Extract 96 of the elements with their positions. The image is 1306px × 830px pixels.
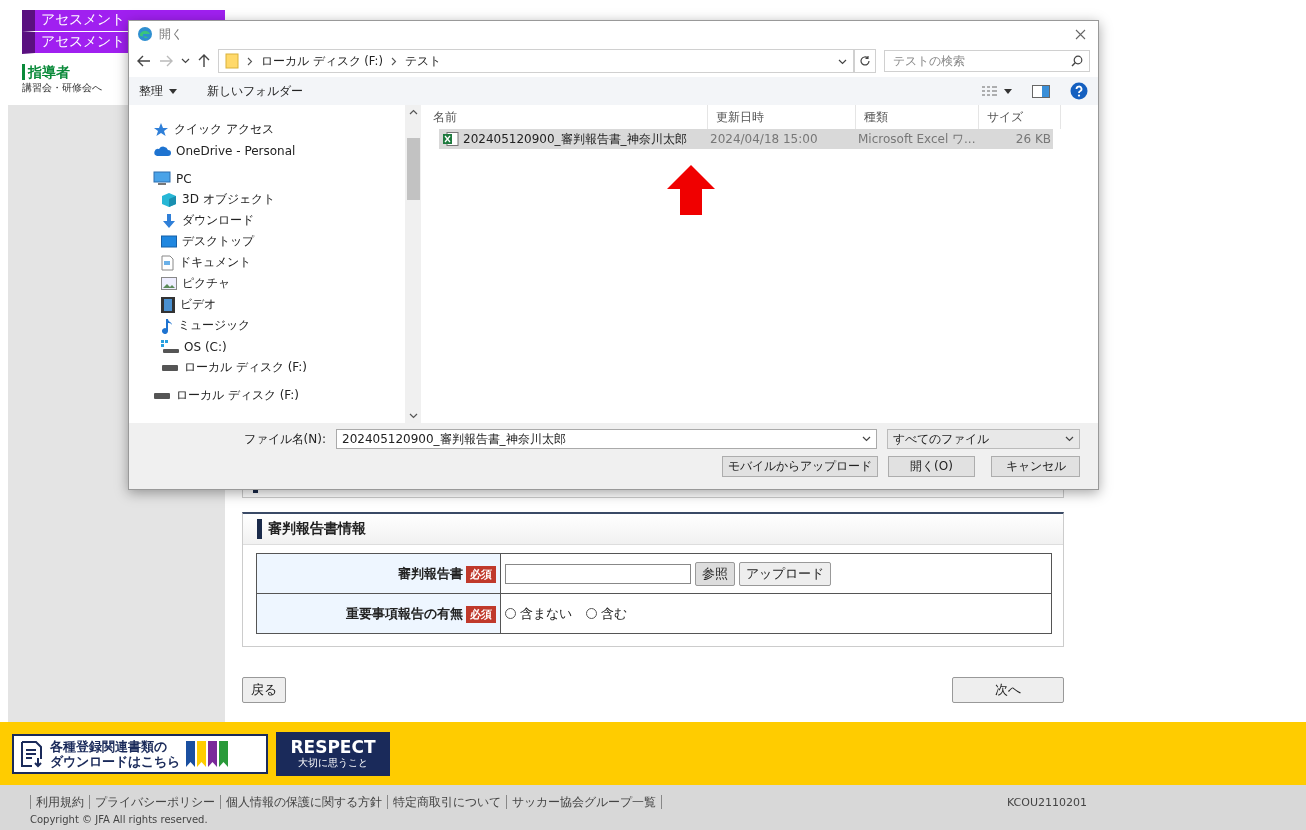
scroll-up-icon[interactable] — [408, 109, 418, 115]
document-icon — [161, 254, 174, 271]
cube-icon — [161, 191, 177, 208]
down-arrow-icon — [161, 212, 177, 229]
footer-link[interactable]: 個人情報の保護に関する方針 — [220, 795, 387, 809]
spreadsheet-icon — [443, 132, 459, 146]
document-download-icon — [20, 739, 44, 768]
heading-accent-bar — [257, 519, 262, 539]
organize-button[interactable]: 整理 — [139, 82, 177, 100]
respect-banner[interactable]: RESPECT 大切に思うこと — [276, 731, 390, 776]
cancel-button[interactable]: キャンセル — [991, 456, 1080, 477]
banner-subtitle: 大切に思うこと — [298, 755, 368, 770]
file-name-label: ファイル名(N): — [243, 430, 326, 448]
panel-title: 審判報告書情報 — [268, 520, 366, 538]
history-chevron-icon — [181, 58, 190, 64]
bookmarks-drawing — [186, 740, 230, 767]
nav-item[interactable]: デスクトップ — [182, 233, 254, 250]
file-type-dropdown[interactable]: すべてのファイル — [887, 429, 1080, 449]
footer-link[interactable]: サッカー協会グループ一覧 — [506, 795, 662, 809]
picture-icon — [161, 277, 177, 290]
drive-icon — [153, 392, 171, 399]
nav-item[interactable]: ダウンロード — [182, 212, 254, 229]
star-icon — [153, 121, 169, 138]
open-button[interactable]: 開く(O) — [888, 456, 975, 477]
folder-icon — [225, 53, 239, 69]
mobile-upload-button[interactable]: モバイルからアップロード — [722, 456, 878, 477]
banner-text: 各種登録関連書類の ダウンロードはこちら — [50, 738, 180, 769]
nav-item[interactable]: ピクチャ — [182, 275, 230, 292]
path-segment[interactable]: テスト — [404, 53, 441, 69]
chevron-right-icon — [390, 56, 397, 66]
copyright: Copyright © JFA All rights reserved. — [30, 814, 209, 825]
close-icon[interactable] — [1075, 28, 1086, 40]
footer-link[interactable]: 特定商取引について — [387, 795, 506, 809]
nav-item[interactable]: ビデオ — [180, 296, 216, 313]
nav-item[interactable]: PC — [176, 171, 192, 186]
drive-icon — [161, 339, 179, 354]
browser-logo-icon — [137, 26, 153, 42]
file-date: 2024/04/18 15:00 — [709, 132, 819, 146]
refresh-icon — [859, 55, 871, 67]
film-icon — [161, 296, 175, 313]
field-label: 重要事項報告の有無 — [346, 605, 463, 621]
radio-label: 含まない — [520, 604, 572, 623]
file-row[interactable]: 202405120900_審判報告書_神奈川太郎 2024/04/18 15:00 Microsoft Excel ワ... 26 KB — [439, 129, 1053, 149]
nav-item[interactable]: ローカル ディスク (F:) — [176, 387, 299, 404]
footer-link[interactable]: プライバシーポリシー — [89, 795, 220, 809]
scrollbar-thumb[interactable] — [406, 138, 420, 200]
screen-code: KCOU2110201 — [1007, 795, 1087, 809]
nav-item[interactable]: OneDrive - Personal — [176, 143, 296, 158]
nav-item[interactable]: OS (C:) — [184, 339, 227, 354]
dropdown-chevron-icon — [1065, 436, 1074, 442]
nav-item[interactable]: クイック アクセス — [174, 121, 274, 138]
file-size: 26 KB — [1014, 132, 1051, 146]
refresh-button[interactable] — [854, 49, 876, 73]
file-name: 202405120900_審判報告書_神奈川太郎 — [463, 130, 687, 148]
section-title: 指導者 — [22, 64, 70, 80]
cloud-icon — [153, 144, 171, 157]
field-label: 審判報告書 — [398, 565, 463, 581]
nav-item[interactable]: ローカル ディスク (F:) — [184, 359, 307, 376]
search-field[interactable]: テストの検索 — [884, 50, 1090, 72]
preview-pane-icon[interactable] — [1032, 84, 1050, 98]
scrollbar[interactable] — [405, 105, 421, 423]
search-icon — [1071, 55, 1083, 67]
nav-item[interactable]: ドキュメント — [179, 254, 251, 271]
desktop-icon — [161, 235, 177, 248]
caret-icon — [169, 88, 177, 94]
up-arrow-icon[interactable] — [198, 54, 210, 68]
dropdown-chevron-icon — [838, 59, 847, 65]
path-segment[interactable]: ローカル ディスク (F:) — [261, 53, 383, 69]
required-badge: 必須 — [466, 565, 496, 583]
help-icon[interactable] — [1070, 82, 1088, 100]
dropdown-chevron-icon — [862, 436, 871, 442]
banner-title: RESPECT — [290, 737, 376, 756]
required-badge: 必須 — [466, 605, 496, 623]
next-button[interactable]: 次へ — [952, 677, 1064, 703]
monitor-icon — [153, 171, 171, 186]
back-button[interactable]: 戻る — [242, 677, 286, 703]
file-name-field[interactable]: 202405120900_審判報告書_神奈川太郎 — [336, 429, 877, 449]
address-bar[interactable]: ローカル ディスク (F:) テスト — [218, 49, 854, 73]
arrow-annotation — [667, 165, 715, 215]
file-path-field[interactable] — [505, 563, 691, 584]
drive-icon — [161, 364, 179, 371]
scroll-down-icon[interactable] — [408, 413, 418, 419]
download-banner[interactable]: 各種登録関連書類の ダウンロードはこちら — [12, 733, 268, 774]
nav-item[interactable]: 3D オブジェクト — [182, 191, 275, 208]
chevron-right-icon — [247, 56, 253, 66]
nav-item[interactable]: ミュージック — [178, 317, 250, 334]
back-arrow-icon[interactable] — [137, 55, 151, 67]
view-menu-button[interactable] — [982, 86, 1012, 96]
radio-label: 含む — [601, 604, 627, 623]
browse-button[interactable]: 参照 — [695, 561, 735, 586]
upload-button[interactable]: アップロード — [739, 561, 831, 586]
footer-link[interactable]: 利用規約 — [30, 795, 89, 809]
file-type: Microsoft Excel ワ... — [858, 130, 977, 148]
caret-icon — [1004, 88, 1012, 94]
music-note-icon — [161, 317, 173, 334]
new-folder-button[interactable]: 新しいフォルダー — [207, 82, 303, 100]
